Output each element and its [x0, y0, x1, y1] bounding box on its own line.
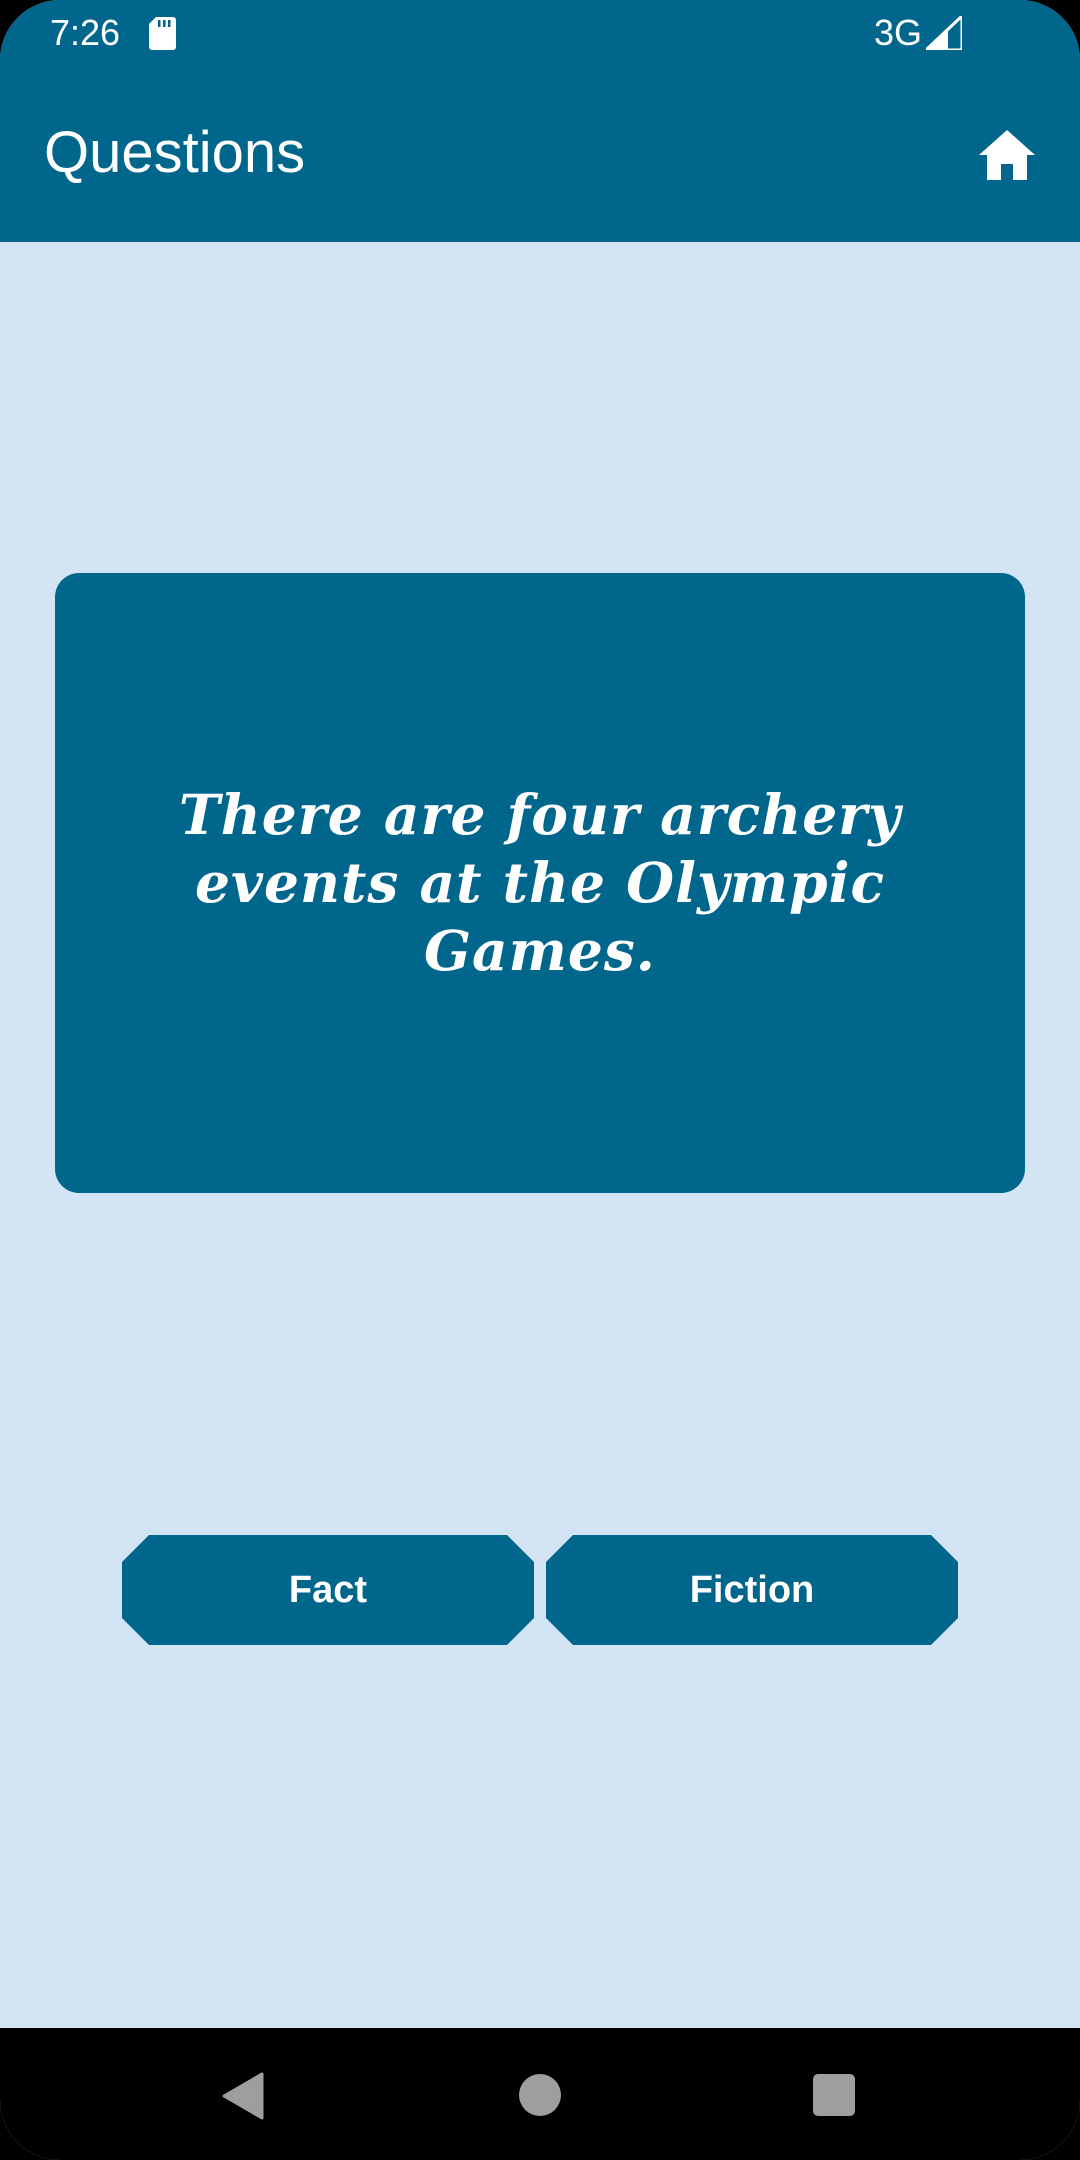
- system-nav-bar: [0, 2028, 1080, 2160]
- app-bar: Questions: [0, 66, 1080, 242]
- fiction-button[interactable]: Fiction: [546, 1535, 958, 1645]
- fact-button[interactable]: Fact: [122, 1535, 534, 1645]
- question-text: There are four archery events at the Oly…: [178, 782, 902, 983]
- signal-icon: [926, 16, 962, 50]
- question-card: There are four archery events at the Oly…: [55, 573, 1025, 1193]
- status-bar: 7:26 3G: [0, 0, 1080, 66]
- status-time: 7:26: [50, 12, 121, 53]
- home-icon: [979, 130, 1035, 180]
- network-type-label: 3G: [873, 12, 922, 53]
- back-icon[interactable]: [222, 2072, 264, 2120]
- app-screen: 7:26 3G Questions There are four archery…: [0, 0, 1080, 2160]
- page-title: Questions: [44, 120, 306, 185]
- sd-card-icon: [149, 17, 176, 50]
- home-circle-icon[interactable]: [519, 2074, 561, 2116]
- home-button[interactable]: [974, 122, 1040, 188]
- recents-icon[interactable]: [813, 2074, 855, 2116]
